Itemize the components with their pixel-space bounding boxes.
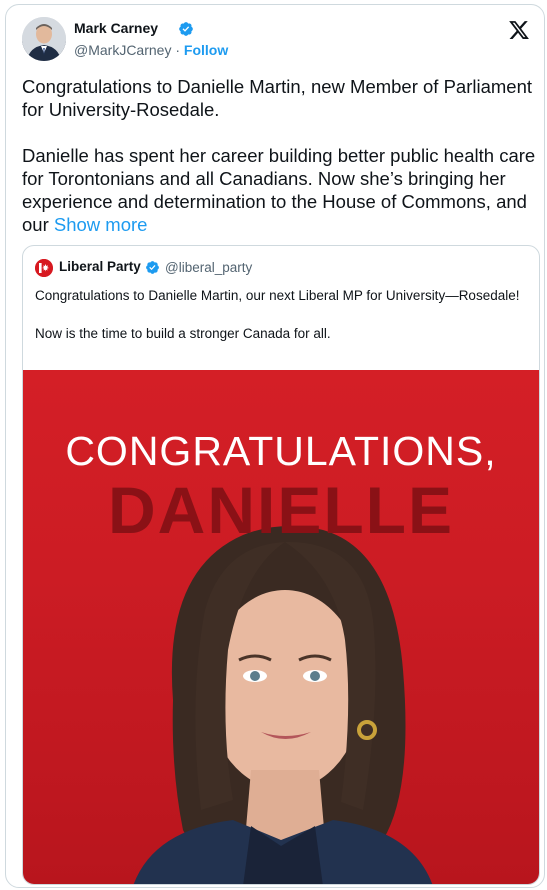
tweet-header: Mark Carney @MarkJCarney · Follow [22, 15, 530, 65]
tweet-paragraph: Congratulations to Danielle Martin, new … [22, 76, 533, 120]
x-logo-icon[interactable] [508, 19, 530, 41]
separator-dot: · [175, 42, 181, 58]
tweet-text: Congratulations to Danielle Martin, new … [22, 75, 537, 236]
author-name[interactable]: Mark Carney [74, 20, 158, 36]
follow-button[interactable]: Follow [184, 42, 228, 58]
tweet-card: Mark Carney @MarkJCarney · Follow Congra… [5, 4, 545, 888]
image-name: DANIELLE [108, 473, 454, 547]
author-handle[interactable]: @MarkJCarney [74, 42, 171, 58]
author-avatar[interactable] [22, 17, 66, 61]
quoted-author-handle[interactable]: @liberal_party [165, 260, 252, 275]
author-handle-row: @MarkJCarney · Follow [74, 42, 228, 58]
quoted-paragraph: Congratulations to Danielle Martin, our … [35, 288, 520, 303]
quoted-tweet-text: Congratulations to Danielle Martin, our … [35, 286, 525, 343]
verified-badge-icon [146, 261, 159, 274]
verified-badge-icon [179, 22, 193, 36]
quoted-paragraph: Now is the time to build a stronger Cana… [35, 326, 331, 341]
quoted-tweet-image[interactable]: CONGRATULATIONS, DANIELLE [23, 370, 539, 884]
show-more-link[interactable]: Show more [54, 214, 148, 235]
image-headline: CONGRATULATIONS, [65, 428, 497, 474]
quoted-author-name[interactable]: Liberal Party [59, 259, 141, 274]
tweet-paragraph: Danielle has spent her career building b… [22, 144, 537, 236]
liberal-party-logo-icon [35, 259, 53, 277]
quoted-tweet[interactable]: Liberal Party @liberal_party Congratulat… [22, 245, 540, 885]
